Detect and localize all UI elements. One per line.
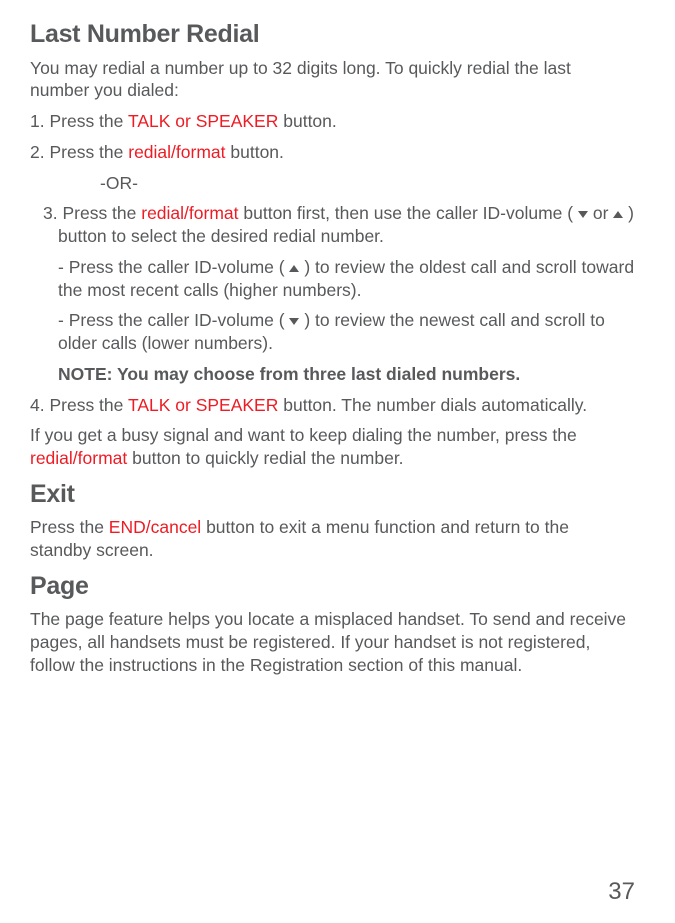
step-1-a: 1. Press the [30, 111, 128, 131]
heading-exit: Exit [30, 478, 635, 511]
step-1: 1. Press the TALK or SPEAKER button. [30, 110, 635, 133]
step-3-a: 3. Press the [43, 203, 141, 223]
up-arrow-icon [289, 265, 299, 272]
section1-footer-a: If you get a busy signal and want to kee… [30, 425, 577, 445]
step-4-red: TALK or SPEAKER [128, 395, 278, 415]
down-arrow-icon [578, 211, 588, 218]
exit-body: Press the END/cancel button to exit a me… [30, 516, 635, 562]
step-2-a: 2. Press the [30, 142, 128, 162]
step-3-sub2-a: - Press the caller ID-volume ( [58, 310, 289, 330]
step-3-sub1: - Press the caller ID-volume ( ) to revi… [30, 256, 635, 302]
step-3-or: or [588, 203, 613, 223]
step-2-b: button. [226, 142, 284, 162]
step-3-sub1-a: - Press the caller ID-volume ( [58, 257, 289, 277]
step-3-red: redial/format [141, 203, 238, 223]
section1-footer-red: redial/format [30, 448, 127, 468]
heading-last-number-redial: Last Number Redial [30, 18, 635, 51]
note-text: NOTE: You may choose from three last dia… [30, 363, 635, 386]
section1-footer-b: button to quickly redial the number. [127, 448, 403, 468]
step-2: 2. Press the redial/format button. [30, 141, 635, 164]
step-1-b: button. [278, 111, 336, 131]
step-3-sub2: - Press the caller ID-volume ( ) to revi… [30, 309, 635, 355]
or-divider: -OR- [30, 172, 635, 195]
step-4-b: button. The number dials automatically. [278, 395, 587, 415]
heading-page: Page [30, 570, 635, 603]
up-arrow-icon [613, 211, 623, 218]
page-body: The page feature helps you locate a misp… [30, 608, 635, 676]
page-number: 37 [608, 876, 635, 907]
down-arrow-icon [289, 318, 299, 325]
step-3: 3. Press the redial/format button first,… [30, 202, 635, 248]
step-1-red: TALK or SPEAKER [128, 111, 278, 131]
step-3-b: button first, then use the caller ID-vol… [239, 203, 578, 223]
step-2-red: redial/format [128, 142, 225, 162]
section1-footer: If you get a busy signal and want to kee… [30, 424, 635, 470]
exit-body-red: END/cancel [109, 517, 201, 537]
step-4-a: 4. Press the [30, 395, 128, 415]
exit-body-a: Press the [30, 517, 109, 537]
intro-text: You may redial a number up to 32 digits … [30, 57, 635, 103]
step-4: 4. Press the TALK or SPEAKER button. The… [30, 394, 635, 417]
